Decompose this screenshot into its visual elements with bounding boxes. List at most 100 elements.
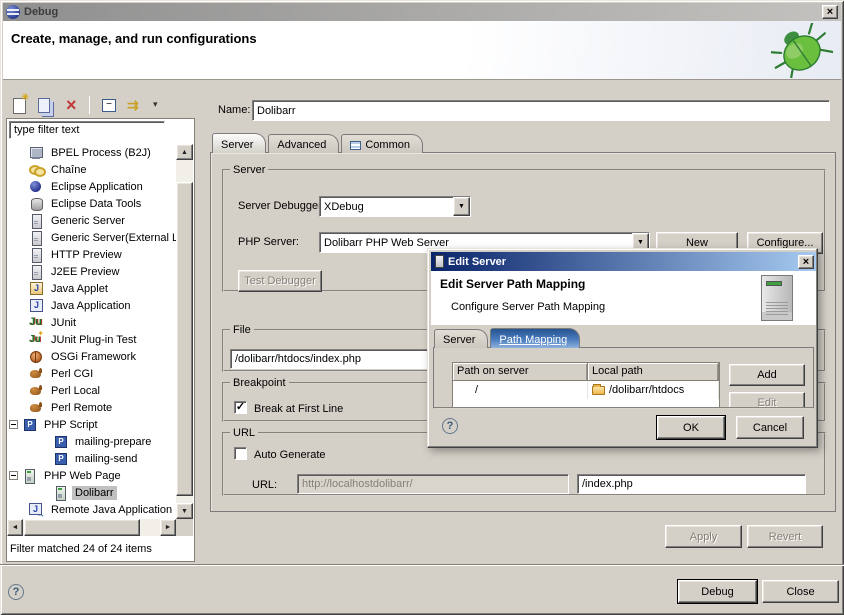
tree-item[interactable]: Eclipse Application (7, 178, 176, 195)
tab-label: Server (221, 139, 253, 151)
filter-button[interactable] (123, 94, 145, 116)
scroll-right-button[interactable]: ► (160, 519, 176, 536)
tree-item[interactable]: Java Applet (7, 280, 176, 297)
test-debugger-button[interactable]: Test Debugger (238, 270, 322, 292)
tree-item-label: J2EE Preview (48, 265, 122, 279)
dialog-header-band: Create, manage, and run configurations (3, 21, 841, 80)
add-mapping-button[interactable]: Add (729, 364, 805, 386)
dialog-subheading: Configure Server Path Mapping (451, 301, 605, 313)
tree-item[interactable]: Eclipse Data Tools (7, 195, 176, 212)
help-icon[interactable]: ? (8, 584, 24, 600)
tree-item[interactable]: Chaîne (7, 161, 176, 178)
php-web-icon (53, 486, 67, 499)
dialog-tab-path-mapping[interactable]: Path Mapping (490, 328, 580, 348)
tree-item[interactable]: Perl Local (7, 382, 176, 399)
delete-button[interactable] (60, 94, 82, 116)
window-titlebar[interactable]: Debug × (3, 3, 841, 21)
edit-server-titlebar[interactable]: Edit Server × (431, 252, 816, 271)
tree-item-label: Chaîne (48, 163, 89, 177)
vertical-scroll-thumb[interactable] (176, 182, 193, 496)
php-script-icon (53, 452, 67, 465)
duplicate-icon (36, 96, 54, 114)
revert-button[interactable]: Revert (747, 525, 823, 548)
server-debugger-combo[interactable]: XDebug ▼ (319, 196, 471, 217)
horizontal-scroll-thumb[interactable] (24, 519, 140, 536)
tree-vertical-scrollbar[interactable]: ▲ ▼ (176, 144, 193, 519)
debug-bug-icon (771, 23, 833, 78)
table-column-header[interactable]: Local path (588, 363, 719, 381)
auto-generate-label: Auto Generate (254, 449, 326, 461)
server-debugger-label: Server Debugger: (238, 200, 325, 212)
tree-item[interactable]: PHP Web Page (7, 467, 176, 484)
tree-item[interactable]: Generic Server(External La (7, 229, 176, 246)
tree-item[interactable]: BPEL Process (B2J) (7, 144, 176, 161)
chain-icon (29, 163, 43, 176)
tree-item[interactable]: Remote Java Application (7, 501, 176, 518)
tree-item[interactable]: mailing-prepare (7, 433, 176, 450)
bpel-process-icon (29, 146, 43, 159)
tab-server[interactable]: Server (212, 133, 266, 153)
mapping-row[interactable]: //dolibarr/htdocs (453, 381, 719, 399)
name-input[interactable]: Dolibarr (252, 100, 830, 121)
edit-server-close-button[interactable]: × (798, 255, 814, 269)
auto-generate-checkbox[interactable] (234, 447, 247, 460)
tree-item[interactable]: Dolibarr (7, 484, 176, 501)
tree-item[interactable]: Java Application (7, 297, 176, 314)
tree-item[interactable]: PHP Script (7, 416, 176, 433)
tree-item[interactable]: JUnit Plug-in Test (7, 331, 176, 348)
debug-button[interactable]: Debug (678, 580, 757, 603)
cancel-button[interactable]: Cancel (736, 416, 804, 439)
table-column-header[interactable]: Path on server (453, 363, 588, 381)
edit-mapping-button[interactable]: Edit (729, 392, 805, 409)
tree-item[interactable]: OSGi Framework (7, 348, 176, 365)
tree-item-label: Java Application (48, 299, 134, 313)
tree-item[interactable]: mailing-send (7, 450, 176, 467)
footer-separator (0, 564, 844, 566)
break-first-line-checkbox[interactable] (234, 401, 247, 414)
edit-server-header: Edit Server Path Mapping Configure Serve… (431, 271, 816, 325)
collapse-expander-icon[interactable] (9, 471, 18, 480)
scroll-up-button[interactable]: ▲ (176, 144, 193, 160)
tree-item[interactable]: J2EE Preview (7, 263, 176, 280)
break-first-line-label: Break at First Line (254, 403, 343, 415)
tree-item-label: PHP Script (41, 418, 101, 432)
dialog-help-icon[interactable]: ? (442, 418, 458, 434)
combo-dropdown-icon[interactable]: ▼ (453, 197, 470, 216)
tree-item[interactable]: Generic Server (7, 212, 176, 229)
dialog-tab-server[interactable]: Server (434, 329, 488, 348)
tree-item[interactable]: Perl Remote (7, 399, 176, 416)
scroll-left-button[interactable]: ◄ (7, 519, 23, 536)
window-close-button[interactable]: × (822, 5, 838, 19)
close-button[interactable]: Close (762, 580, 839, 603)
dropdown-arrow-button[interactable] (149, 94, 171, 116)
filter-input[interactable]: type filter text (9, 121, 165, 139)
perl-icon (29, 401, 43, 414)
collapse-all-icon (99, 96, 117, 114)
osgi-icon (29, 350, 43, 363)
tab-label: Path Mapping (499, 334, 567, 346)
tree-item[interactable]: HTTP Preview (7, 246, 176, 263)
file-group-legend: File (230, 324, 254, 336)
launch-config-tree: BPEL Process (B2J) ChaîneEclipse Applicat… (7, 144, 176, 519)
tree-item-label: Dolibarr (72, 486, 117, 500)
collapse-all-button[interactable] (97, 94, 119, 116)
database-icon (29, 197, 43, 210)
tree-item[interactable]: JUnit (7, 314, 176, 331)
tab-common[interactable]: Common (341, 134, 423, 153)
tree-item[interactable]: Perl CGI (7, 365, 176, 382)
tree-item-label: Perl Local (48, 384, 103, 398)
apply-button[interactable]: Apply (665, 525, 742, 548)
remote-java-icon (29, 503, 43, 516)
scroll-down-button[interactable]: ▼ (176, 503, 193, 519)
url-path-input[interactable]: /index.php (577, 474, 806, 494)
path-mapping-table[interactable]: Path on serverLocal path //dolibarr/htdo… (452, 362, 720, 409)
collapse-expander-icon[interactable] (9, 420, 18, 429)
new-configuration-button[interactable] (8, 94, 30, 116)
php-script-icon (53, 435, 67, 448)
duplicate-button[interactable] (34, 94, 56, 116)
ok-button[interactable]: OK (657, 416, 725, 439)
path-on-server-cell: / (453, 381, 588, 399)
tree-horizontal-scrollbar[interactable]: ◄ ► (7, 519, 176, 536)
tab-advanced[interactable]: Advanced (268, 134, 339, 153)
tree-item-label: JUnit (48, 316, 79, 330)
